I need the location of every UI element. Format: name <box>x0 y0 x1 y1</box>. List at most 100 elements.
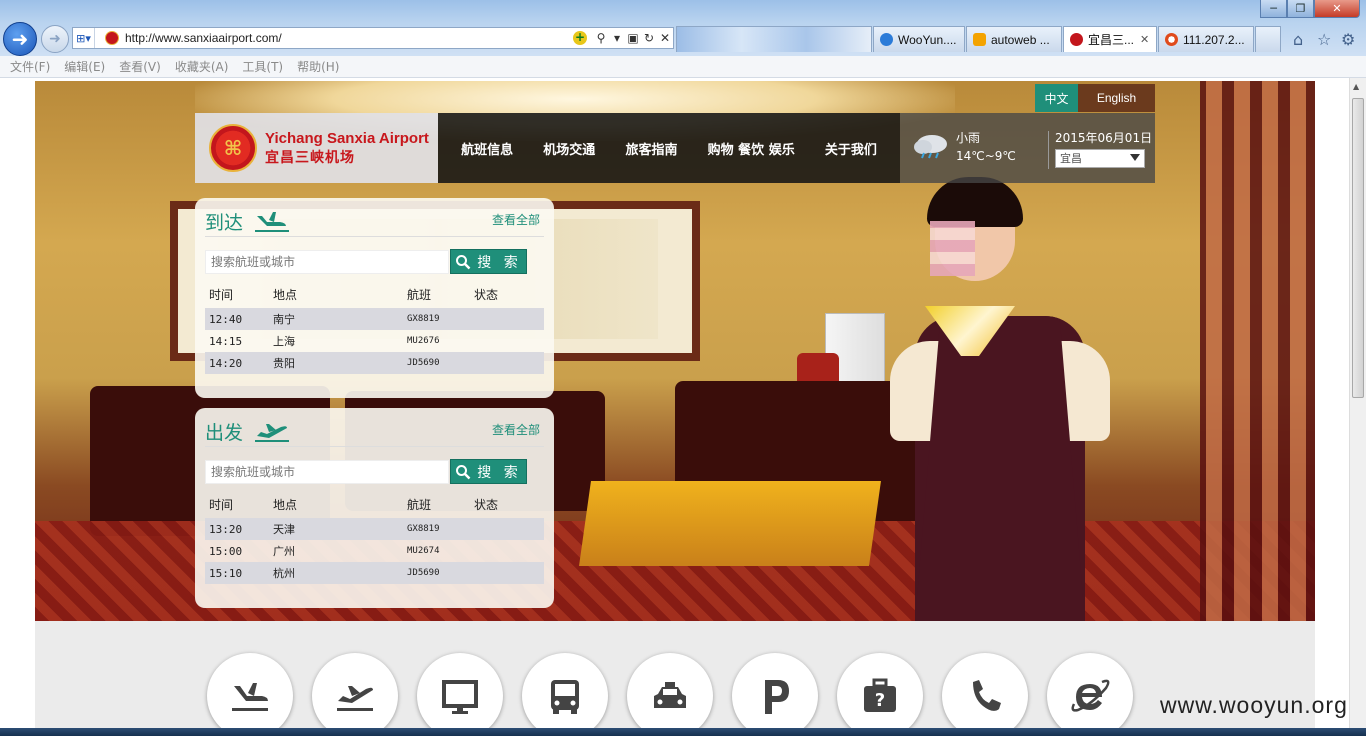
search-icon[interactable]: ⚲ <box>593 31 609 45</box>
tab-airport[interactable]: 宜昌三... ✕ <box>1063 26 1157 52</box>
menu-favorites[interactable]: 收藏夹(A) <box>175 58 229 75</box>
ie-favicon-icon <box>880 33 893 46</box>
city-select[interactable]: 宜昌 <box>1055 149 1145 168</box>
table-row[interactable]: 14:20 贵阳 JD5690 <box>205 352 544 374</box>
home-icon[interactable]: ⌂ <box>1293 30 1303 49</box>
cell-time: 15:00 <box>209 544 243 558</box>
divider <box>205 236 544 237</box>
arrivals-search-input[interactable]: 搜索航班或城市 <box>205 250 449 274</box>
chevron-down-icon <box>1130 154 1140 161</box>
arrivals-table-body: 12:40 南宁 GX8819 14:15 上海 MU2676 14:20 贵阳… <box>205 308 544 374</box>
tab-autoweb[interactable]: autoweb ... <box>966 26 1062 52</box>
departures-search-input[interactable]: 搜索航班或城市 <box>205 460 449 484</box>
table-row[interactable]: 12:40 南宁 GX8819 <box>205 308 544 330</box>
service-bus-button[interactable] <box>522 653 608 728</box>
star-icon[interactable]: ☆ <box>1317 30 1331 49</box>
arrivals-view-all-link[interactable]: 查看全部 <box>492 211 540 228</box>
logo-text: Yichang Sanxia Airport 宜昌三峡机场 <box>265 130 429 167</box>
service-departures-button[interactable] <box>312 653 398 728</box>
luggage-help-icon: ? <box>864 678 896 712</box>
rain-cloud-icon <box>914 135 947 159</box>
logo-chinese: 宜昌三峡机场 <box>265 149 355 166</box>
close-window-button[interactable]: ✕ <box>1314 0 1360 18</box>
parking-icon <box>765 680 789 714</box>
weather-temperature: 14℃~9℃ <box>956 149 1016 163</box>
departures-search-button[interactable]: 搜 索 <box>450 459 527 484</box>
service-browser-button[interactable] <box>1047 653 1133 728</box>
nav-passenger-guide[interactable]: 旅客指南 <box>625 139 677 158</box>
menu-help[interactable]: 帮助(H) <box>297 58 339 75</box>
menu-edit[interactable]: 编辑(E) <box>64 58 105 75</box>
service-arrivals-button[interactable] <box>207 653 293 728</box>
address-bar[interactable]: ⊞▾ http://www.sanxiaairport.com/ + ⚲ ▾ ▣… <box>72 27 674 49</box>
lang-english[interactable]: English <box>1078 84 1155 112</box>
tab-blurred[interactable] <box>676 26 872 52</box>
weather-widget: 小雨 14℃~9℃ 2015年06月01日 宜昌 <box>900 113 1155 183</box>
lang-chinese[interactable]: 中文 <box>1035 84 1078 112</box>
new-tab-button[interactable] <box>1255 26 1281 52</box>
hero-wooden-screen <box>1200 81 1315 621</box>
cell-time: 13:20 <box>209 522 243 536</box>
forward-button[interactable]: ➜ <box>41 25 69 53</box>
compat-icon[interactable]: ⊞▾ <box>73 28 95 48</box>
table-row[interactable]: 15:00 广州 MU2674 <box>205 540 544 562</box>
arrivals-panel: 到达 查看全部 搜索航班或城市 搜 索 时间 地点 航班 状态 12:40 南宁… <box>195 198 554 398</box>
vertical-scrollbar[interactable]: ▲ <box>1349 78 1366 728</box>
service-parking-button[interactable] <box>732 653 818 728</box>
url-text[interactable]: http://www.sanxiaairport.com/ <box>125 31 573 45</box>
loading-favicon-icon <box>1165 33 1178 46</box>
dropdown-icon[interactable]: ▾ <box>609 31 625 45</box>
logo-english: Yichang Sanxia Airport <box>265 129 429 147</box>
service-phone-button[interactable] <box>942 653 1028 728</box>
menu-tools[interactable]: 工具(T) <box>242 58 283 75</box>
site-favicon-icon <box>105 31 119 45</box>
cell-time: 14:20 <box>209 356 243 370</box>
browser-titlebar: ─ ❐ ✕ ➜ ➜ ⊞▾ http://www.sanxiaairport.co… <box>0 0 1366 56</box>
refresh-icon[interactable]: ↻ <box>641 31 657 45</box>
cell-time: 12:40 <box>209 312 243 326</box>
menu-view[interactable]: 查看(V) <box>119 58 161 75</box>
arrivals-title: 到达 <box>205 208 291 235</box>
column-header-status: 状态 <box>474 288 499 302</box>
city-select-value: 宜昌 <box>1060 152 1082 165</box>
arrivals-title-text: 到达 <box>205 212 244 234</box>
add-icon[interactable]: + <box>573 31 587 45</box>
tab-wooyun[interactable]: WooYun.... <box>873 26 965 52</box>
service-taxi-button[interactable] <box>627 653 713 728</box>
svg-text:?: ? <box>875 690 885 711</box>
cell-flight: GX8819 <box>407 524 440 534</box>
cell-time: 14:15 <box>209 334 243 348</box>
scroll-up-icon[interactable]: ▲ <box>1353 82 1359 91</box>
logo[interactable]: ⌘ Yichang Sanxia Airport 宜昌三峡机场 <box>195 113 438 183</box>
menu-bar: 文件(F) 编辑(E) 查看(V) 收藏夹(A) 工具(T) 帮助(H) <box>0 56 1366 78</box>
minimize-button[interactable]: ─ <box>1260 0 1287 18</box>
phone-icon <box>973 680 1001 711</box>
tab-strip: WooYun.... autoweb ... 宜昌三... ✕ 111.207.… <box>676 26 1281 52</box>
table-row[interactable]: 15:10 杭州 JD5690 <box>205 562 544 584</box>
nav-flight-info[interactable]: 航班信息 <box>461 139 513 158</box>
tab-ip[interactable]: 111.207.2... <box>1158 26 1254 52</box>
nav-about[interactable]: 关于我们 <box>825 139 877 158</box>
table-row[interactable]: 13:20 天津 GX8819 <box>205 518 544 540</box>
departure-plane-icon <box>337 686 373 711</box>
taxi-icon <box>654 682 686 708</box>
table-row[interactable]: 14:15 上海 MU2676 <box>205 330 544 352</box>
compat-view-icon[interactable]: ▣ <box>625 31 641 45</box>
gear-icon[interactable]: ⚙ <box>1341 30 1355 49</box>
nav-shopping[interactable]: 购物 餐饮 娱乐 <box>708 139 795 158</box>
cell-place: 广州 <box>273 545 295 558</box>
scrollbar-thumb[interactable] <box>1352 98 1364 398</box>
departures-view-all-link[interactable]: 查看全部 <box>492 421 540 438</box>
service-luggage-button[interactable]: ? <box>837 653 923 728</box>
nav-transport[interactable]: 机场交通 <box>543 139 595 158</box>
back-button[interactable]: ➜ <box>3 22 37 56</box>
menu-file[interactable]: 文件(F) <box>10 58 50 75</box>
arrivals-search-button[interactable]: 搜 索 <box>450 249 527 274</box>
column-header-flight: 航班 <box>407 498 432 512</box>
close-tab-icon[interactable]: ✕ <box>1140 33 1149 46</box>
hero-banner: 中文 English ⌘ Yichang Sanxia Airport 宜昌三峡… <box>35 81 1315 621</box>
stop-icon[interactable]: ✕ <box>657 31 673 45</box>
departure-plane-icon <box>255 423 290 442</box>
maximize-button[interactable]: ❐ <box>1287 0 1314 18</box>
service-monitor-button[interactable] <box>417 653 503 728</box>
